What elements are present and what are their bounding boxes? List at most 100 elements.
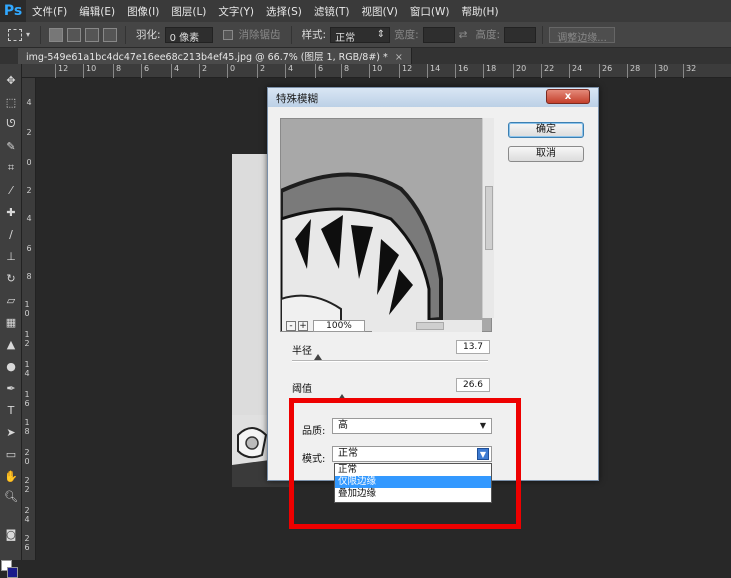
preview-vertical-scroll-thumb[interactable] [485, 186, 493, 250]
quick-mask-icon[interactable]: ◙ [3, 526, 19, 542]
ruler-label: 2 [198, 64, 208, 78]
style-select[interactable]: 正常 ⇕ [330, 26, 391, 44]
menu-layer[interactable]: 图层(L) [165, 4, 212, 19]
ruler-label: 8 [26, 272, 32, 281]
preview-vertical-scrollbar[interactable] [482, 118, 494, 318]
height-input[interactable] [504, 26, 537, 43]
dodge-tool-icon[interactable]: ● [3, 358, 19, 374]
ruler-label: 1 8 [24, 418, 30, 436]
cancel-button[interactable]: 取消 [508, 146, 584, 162]
ruler-label: 2 0 [24, 448, 30, 466]
blur-tool-icon[interactable]: ▲ [3, 336, 19, 352]
ok-button[interactable]: 确定 [508, 122, 584, 138]
radius-slider-handle[interactable] [314, 354, 322, 360]
ruler-label: 2 [26, 186, 32, 195]
swap-icon[interactable]: ⇄ [459, 29, 468, 41]
preview-horizontal-scroll-thumb[interactable] [416, 322, 444, 330]
quick-select-tool-icon[interactable]: ✎ [3, 138, 19, 154]
menu-window[interactable]: 窗口(W) [404, 4, 456, 19]
radius-input[interactable]: 13.7 [456, 340, 490, 354]
separator [40, 25, 42, 44]
preview-image [281, 119, 491, 331]
menu-filter[interactable]: 滤镜(T) [308, 4, 356, 19]
type-tool-icon[interactable]: T [3, 402, 19, 418]
ruler-label: 8 [340, 64, 350, 78]
photoshop-logo: Ps [0, 0, 26, 22]
document-tab-title: img-549e61a1bc4dc47e16ee68c213b4ef45.jpg… [26, 52, 388, 63]
document-tab-bar: img-549e61a1bc4dc47e16ee68c213b4ef45.jpg… [0, 48, 731, 64]
ruler-horizontal: 12 10 8 6 4 2 0 2 4 6 8 10 12 14 16 18 2… [22, 64, 731, 78]
ruler-label: 2 [26, 128, 32, 137]
refine-edge-button[interactable]: 调整边缘... [549, 26, 616, 44]
healing-tool-icon[interactable]: ✚ [3, 204, 19, 220]
preview-horizontal-scrollbar[interactable] [372, 320, 482, 332]
ruler-label: 26 [598, 64, 613, 78]
zoom-out-button[interactable]: - [286, 321, 296, 331]
marquee-tool-icon[interactable]: ⬚ [3, 94, 19, 110]
annotation-highlight-box [289, 398, 521, 529]
ruler-label: 2 6 [24, 534, 30, 552]
ruler-label: 1 6 [24, 390, 30, 408]
menu-bar: Ps 文件(F) 编辑(E) 图像(I) 图层(L) 文字(Y) 选择(S) 滤… [0, 0, 731, 22]
menu-view[interactable]: 视图(V) [355, 4, 403, 19]
separator [125, 25, 127, 44]
zoom-tool-icon[interactable]: 🔍︎ [3, 488, 19, 504]
marquee-preset-icon[interactable] [8, 28, 22, 41]
width-input[interactable] [422, 26, 455, 43]
ruler-label: 0 [26, 158, 32, 167]
hand-tool-icon[interactable]: ✋ [3, 468, 19, 484]
tab-close-icon[interactable]: × [395, 52, 403, 63]
zoom-in-button[interactable]: + [298, 321, 308, 331]
brush-tool-icon[interactable]: ∕ [3, 226, 19, 242]
menu-edit[interactable]: 编辑(E) [73, 4, 121, 19]
background-color-swatch[interactable] [7, 567, 18, 578]
feather-input[interactable]: 0 像素 [164, 26, 213, 44]
ruler-label: 6 [314, 64, 324, 78]
ruler-label: 0 [226, 64, 236, 78]
crop-tool-icon[interactable]: ⌗ [3, 160, 19, 176]
ruler-label: 16 [454, 64, 469, 78]
add-selection-button[interactable] [67, 27, 82, 42]
ruler-label: 24 [568, 64, 583, 78]
menu-help[interactable]: 帮助(H) [455, 4, 504, 19]
gradient-tool-icon[interactable]: ▦ [3, 314, 19, 330]
radius-label: 半径 [292, 346, 312, 357]
zoom-level: 100% [313, 320, 365, 332]
feather-label: 羽化: [136, 29, 161, 41]
ruler-label: 18 [482, 64, 497, 78]
history-brush-tool-icon[interactable]: ↻ [3, 270, 19, 286]
menu-image[interactable]: 图像(I) [121, 4, 165, 19]
path-select-tool-icon[interactable]: ➤ [3, 424, 19, 440]
ruler-label: 30 [654, 64, 669, 78]
menu-file[interactable]: 文件(F) [26, 4, 73, 19]
subtract-selection-button[interactable] [85, 27, 100, 42]
document-tab[interactable]: img-549e61a1bc4dc47e16ee68c213b4ef45.jpg… [18, 48, 412, 64]
ruler-label: 1 2 [24, 330, 30, 348]
style-value: 正常 [335, 32, 356, 44]
style-select-arrow-icon: ⇕ [376, 28, 386, 40]
separator [542, 25, 544, 44]
preset-dropdown-icon[interactable]: ▾ [26, 30, 30, 39]
ruler-label: 20 [512, 64, 527, 78]
shape-tool-icon[interactable]: ▭ [3, 446, 19, 462]
stamp-tool-icon[interactable]: ⊥ [3, 248, 19, 264]
dialog-close-button[interactable]: x [546, 89, 590, 104]
new-selection-button[interactable] [49, 27, 64, 42]
pen-tool-icon[interactable]: ✒ [3, 380, 19, 396]
menu-type[interactable]: 文字(Y) [212, 4, 260, 19]
radius-slider[interactable] [292, 360, 488, 362]
preview-pane[interactable] [280, 118, 492, 332]
threshold-input[interactable]: 26.6 [456, 378, 490, 392]
intersect-selection-button[interactable] [103, 27, 118, 42]
ruler-label: 1 4 [24, 360, 30, 378]
ruler-label: 4 [284, 64, 294, 78]
eraser-tool-icon[interactable]: ▱ [3, 292, 19, 308]
eyedropper-tool-icon[interactable]: ⁄ [3, 182, 19, 198]
ruler-label: 4 [170, 64, 180, 78]
ruler-label: 2 4 [24, 506, 30, 524]
antialias-checkbox[interactable] [222, 29, 233, 40]
menu-select[interactable]: 选择(S) [260, 4, 308, 19]
lasso-tool-icon[interactable]: ᘎ [3, 116, 19, 132]
move-tool-icon[interactable]: ✥ [3, 72, 19, 88]
tools-panel: ✥ ⬚ ᘎ ✎ ⌗ ⁄ ✚ ∕ ⊥ ↻ ▱ ▦ ▲ ● ✒ T ➤ ▭ ✋ 🔍︎… [0, 64, 22, 578]
